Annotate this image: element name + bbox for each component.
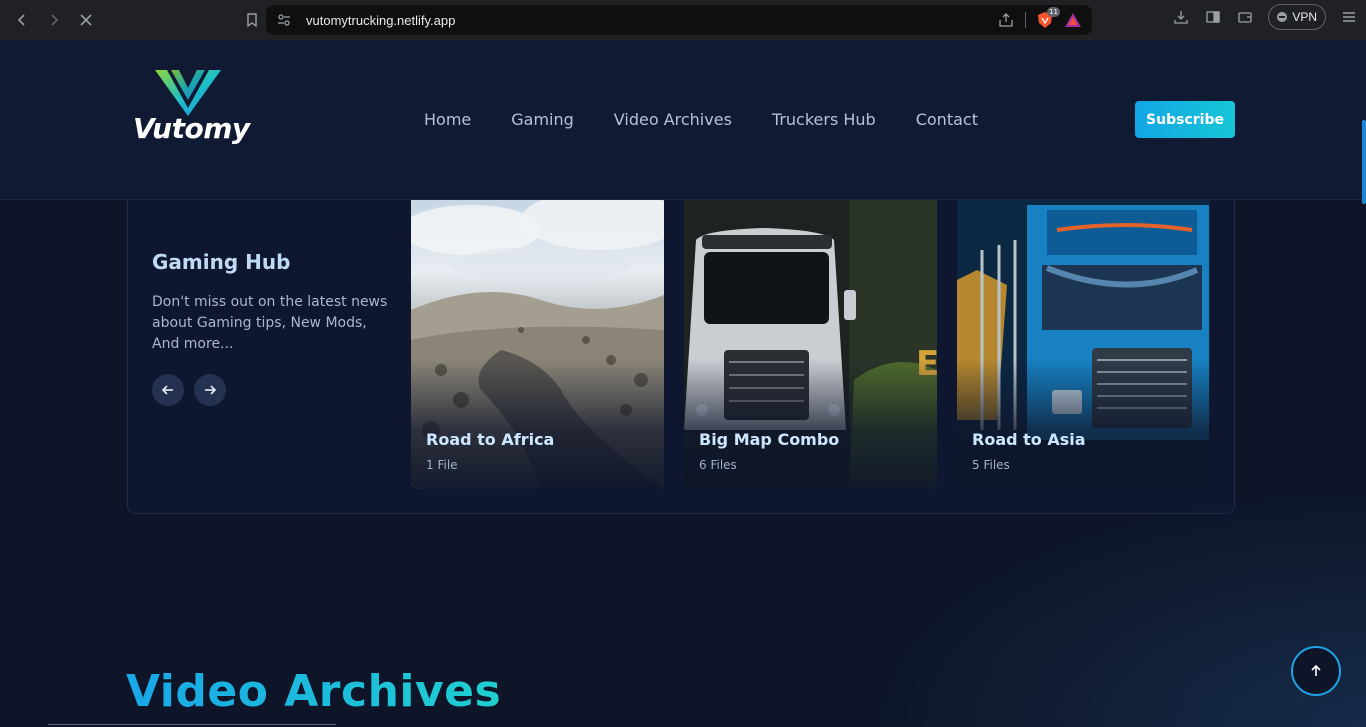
divider [48, 724, 336, 725]
carousel-prev-button[interactable] [152, 374, 184, 406]
wallet-button[interactable] [1236, 8, 1254, 26]
gaming-hub-title: Gaming Hub [152, 250, 291, 274]
card-title: Big Map Combo [699, 430, 840, 449]
logo-wordmark: Vutomy [133, 112, 250, 145]
nav-link-gaming[interactable]: Gaming [511, 110, 574, 129]
chevron-left-icon [17, 14, 25, 26]
browser-actions: VPN [1172, 4, 1358, 30]
card-title: Road to Asia [972, 430, 1086, 449]
forward-button[interactable] [38, 4, 70, 36]
arrow-right-icon [205, 385, 217, 395]
subscribe-button[interactable]: Subscribe [1135, 101, 1235, 138]
download-icon [1174, 11, 1188, 24]
browser-toolbar: vutomytrucking.netlify.app 11 VPN [0, 0, 1366, 40]
gaming-hub-section: Gaming Hub Don't miss out on the latest … [127, 200, 1235, 514]
chevron-right-icon [51, 14, 59, 26]
address-bar-actions: 11 [997, 7, 1082, 29]
main-menu-button[interactable] [1340, 8, 1358, 26]
vpn-label: VPN [1292, 10, 1317, 24]
vpn-button[interactable]: VPN [1268, 4, 1326, 30]
video-archives-heading: Video Archives [126, 666, 502, 717]
site-header: Vutomy Home Gaming Video Archives Trucke… [0, 40, 1366, 200]
sidebar-icon [1206, 11, 1220, 23]
url-text[interactable]: vutomytrucking.netlify.app [306, 13, 455, 28]
arrow-left-icon [161, 385, 173, 395]
divider [1025, 12, 1026, 28]
back-button[interactable] [6, 4, 38, 36]
wallet-icon [1238, 12, 1252, 23]
back-to-top-button[interactable] [1291, 646, 1341, 696]
bookmark-icon [247, 13, 257, 28]
vutomy-logo-icon [155, 70, 221, 116]
address-bar[interactable]: vutomytrucking.netlify.app 11 [266, 5, 1092, 35]
card-file-count: 5 Files [972, 458, 1010, 472]
gaming-card-road-to-africa[interactable]: Road to Africa 1 File [411, 200, 664, 489]
stop-loading-button[interactable] [70, 4, 102, 36]
arrow-up-icon [1311, 664, 1321, 676]
card-file-count: 1 File [426, 458, 458, 472]
brave-shields-button[interactable]: 11 [1036, 7, 1060, 29]
bookmark-button[interactable] [236, 4, 268, 36]
card-file-count: 6 Files [699, 458, 737, 472]
card-title: Road to Africa [426, 430, 555, 449]
share-icon[interactable] [997, 11, 1015, 29]
nav-link-contact[interactable]: Contact [916, 110, 978, 129]
hamburger-menu-icon [1343, 12, 1355, 22]
rewards-triangle-icon[interactable] [1064, 11, 1082, 29]
gaming-card-road-to-asia[interactable]: Road to Asia 5 Files [957, 200, 1210, 489]
close-icon [80, 14, 92, 26]
site-settings-icon[interactable] [276, 12, 292, 28]
page-scrollbar-thumb[interactable] [1362, 120, 1366, 204]
main-navigation: Home Gaming Video Archives Truckers Hub … [424, 110, 978, 129]
nav-link-truckers-hub[interactable]: Truckers Hub [772, 110, 876, 129]
downloads-button[interactable] [1172, 8, 1190, 26]
vpn-status-icon [1277, 12, 1288, 22]
site-logo[interactable]: Vutomy [133, 68, 250, 148]
gaming-hub-description: Don't miss out on the latest news about … [152, 294, 388, 352]
carousel-next-button[interactable] [194, 374, 226, 406]
nav-link-video-archives[interactable]: Video Archives [614, 110, 732, 129]
shields-count-badge: 11 [1047, 7, 1060, 17]
background-glow [866, 487, 1366, 727]
sidebar-button[interactable] [1204, 8, 1222, 26]
nav-link-home[interactable]: Home [424, 110, 471, 129]
gaming-card-big-map-combo[interactable]: E Big Map Combo 6 Files [684, 200, 937, 489]
